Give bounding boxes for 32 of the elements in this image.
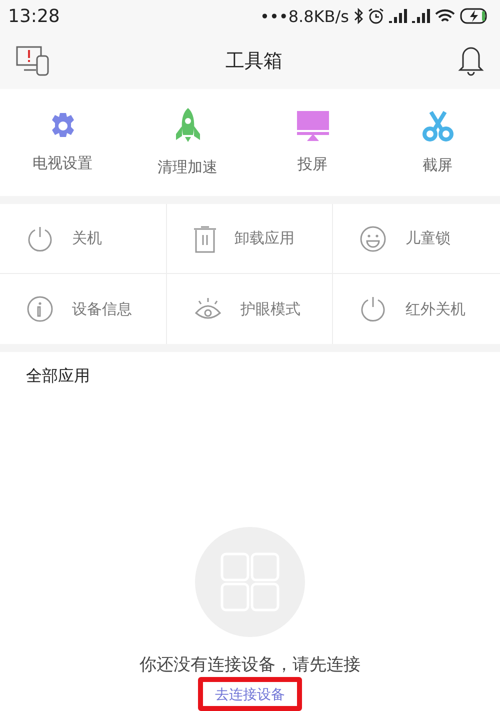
quick-tool[interactable]: 投屏 <box>250 89 375 196</box>
tool-tile[interactable]: 设备信息 <box>0 274 167 344</box>
power-icon <box>359 295 388 323</box>
status-time: 13:28 <box>8 6 60 26</box>
battery-icon <box>460 8 490 24</box>
power-icon <box>26 224 54 252</box>
smiley-icon <box>359 224 388 252</box>
quick-tool[interactable]: 电视设置 <box>0 89 125 196</box>
tool-tile[interactable]: 红外关机 <box>333 274 500 344</box>
quick-tool[interactable]: 截屏 <box>375 89 500 196</box>
tool-tile[interactable]: 儿童锁 <box>333 204 500 274</box>
empty-message: 你还没有连接设备，请先连接 <box>140 654 360 676</box>
alarm-icon <box>368 8 384 24</box>
connect-device-link[interactable]: 去连接设备 <box>215 687 285 703</box>
rocket-icon <box>174 108 200 144</box>
network-speed: •••8.8KB/s <box>260 6 349 26</box>
trash-icon <box>192 224 217 252</box>
section-title: 全部应用 <box>26 366 90 387</box>
tool-tile[interactable]: 护眼模式 <box>166 274 334 344</box>
device-alert-icon <box>16 46 50 76</box>
info-icon <box>26 295 54 323</box>
signal-icon <box>412 9 430 23</box>
tool-tile[interactable]: 关机 <box>0 204 167 274</box>
signal-icon <box>389 9 407 23</box>
page-title: 工具箱 <box>226 48 282 74</box>
scissors-icon <box>422 110 454 142</box>
tool-tile[interactable]: 卸载应用 <box>166 204 334 274</box>
bell-icon <box>458 46 484 76</box>
bluetooth-icon <box>354 8 363 24</box>
monitor-icon <box>296 111 328 142</box>
wifi-icon <box>435 8 455 24</box>
quick-tool[interactable]: 清理加速 <box>125 89 250 196</box>
